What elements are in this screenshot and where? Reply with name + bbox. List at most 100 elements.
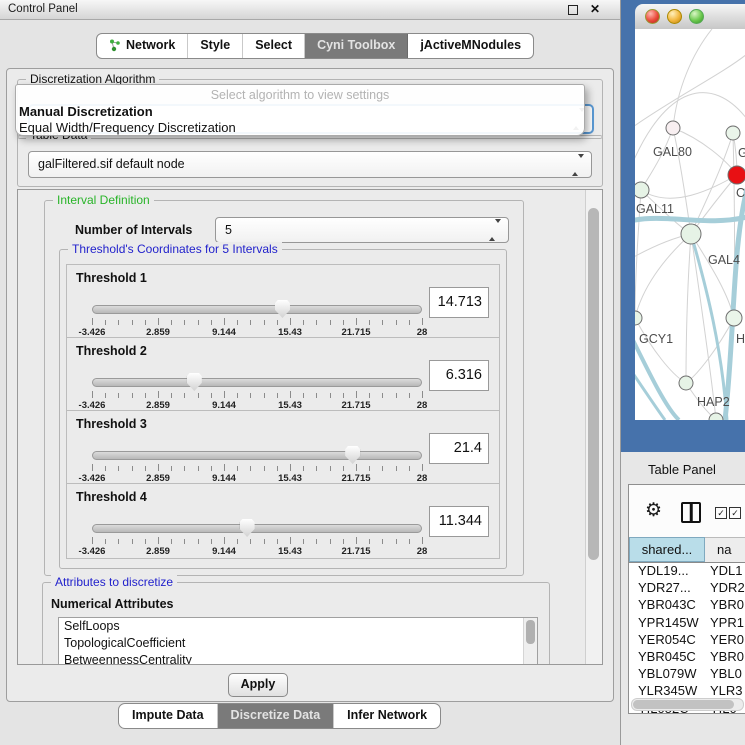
tab-network[interactable]: Network <box>97 34 188 58</box>
network-node-gal80[interactable] <box>666 121 680 135</box>
slider-tick <box>184 466 185 471</box>
threshold-panel-1: Threshold 1-3.4262.8599.14415.4321.71528… <box>66 264 500 340</box>
cell-name[interactable]: YBR0 <box>705 596 745 613</box>
checkbox-icon[interactable]: ✓ <box>729 507 741 519</box>
scrollbar-thumb[interactable] <box>588 208 599 560</box>
table-data-combobox[interactable]: galFiltered.sif default node <box>28 151 592 178</box>
close-traffic-light-icon[interactable] <box>645 9 660 24</box>
cell-shared-name[interactable]: YBR043C <box>629 596 705 613</box>
algorithm-option-equal-width-frequency-discretization[interactable]: Equal Width/Frequency Discretization <box>19 120 236 135</box>
settings-vertical-scrollbar[interactable] <box>585 190 602 664</box>
network-node-hap2[interactable] <box>679 376 693 390</box>
table-row[interactable]: YBL079WYBL0 <box>629 665 745 682</box>
network-node-gcy1[interactable] <box>635 311 642 325</box>
network-node-h[interactable] <box>726 310 742 326</box>
attribute-item-topologicalcoefficient[interactable]: TopologicalCoefficient <box>59 635 537 652</box>
network-edge-highlighted[interactable] <box>635 217 745 221</box>
zoom-traffic-light-icon[interactable] <box>689 9 704 24</box>
table-row[interactable]: YDL19...YDL1 <box>629 562 745 579</box>
cell-shared-name[interactable]: YDR27... <box>629 579 705 596</box>
slider-tick <box>171 539 172 544</box>
attribute-item-selfloops[interactable]: SelfLoops <box>59 618 537 635</box>
cell-name[interactable]: YPR1 <box>705 614 745 631</box>
slider-thumb[interactable] <box>275 300 290 318</box>
threshold-value-field[interactable]: 14.713 <box>429 287 489 318</box>
cell-name[interactable]: YER0 <box>705 631 745 648</box>
threshold-slider-1[interactable]: -3.4262.8599.14415.4321.71528 <box>92 301 422 335</box>
float-window-icon[interactable] <box>568 5 578 15</box>
network-window-titlebar[interactable] <box>635 4 745 30</box>
network-edge[interactable] <box>635 318 686 383</box>
threshold-slider-2[interactable]: -3.4262.8599.14415.4321.71528 <box>92 374 422 408</box>
threshold-slider-4[interactable]: -3.4262.8599.14415.4321.71528 <box>92 520 422 554</box>
numerical-attributes-list[interactable]: SelfLoopsTopologicalCoefficientBetweenne… <box>58 617 538 665</box>
bottom-tab-infer-network[interactable]: Infer Network <box>334 704 440 728</box>
tab-style[interactable]: Style <box>188 34 243 58</box>
network-node[interactable] <box>709 413 723 420</box>
cell-name[interactable]: YLR3 <box>705 682 745 699</box>
network-edge[interactable] <box>686 234 691 383</box>
gear-icon[interactable]: ⚙ <box>645 499 662 522</box>
slider-tick <box>132 466 133 471</box>
slider-tick <box>330 466 331 471</box>
cell-shared-name[interactable]: YPR145W <box>629 614 705 631</box>
attributes-list-scrollbar[interactable] <box>523 618 537 665</box>
table-row[interactable]: YBR043CYBR0 <box>629 596 745 613</box>
network-node-gal11[interactable] <box>635 182 649 198</box>
bottom-tab-discretize-data[interactable]: Discretize Data <box>218 704 335 728</box>
network-edge-highlighted[interactable] <box>725 189 745 420</box>
slider-tick <box>264 466 265 471</box>
slider-tick <box>250 320 251 325</box>
slider-track[interactable] <box>92 524 422 533</box>
slider-tick <box>409 539 410 544</box>
slider-thumb[interactable] <box>187 373 202 391</box>
threshold-slider-3[interactable]: -3.4262.8599.14415.4321.71528 <box>92 447 422 481</box>
attribute-item-betweennesscentrality[interactable]: BetweennessCentrality <box>59 652 537 665</box>
table-row[interactable]: YDR27...YDR2 <box>629 579 745 596</box>
apply-button[interactable]: Apply <box>228 673 288 697</box>
threshold-value-field[interactable]: 11.344 <box>429 506 489 537</box>
bottom-tab-impute-data[interactable]: Impute Data <box>119 704 218 728</box>
algorithm-option-manual-discretization[interactable]: Manual Discretization <box>19 104 153 119</box>
network-edge[interactable] <box>635 234 691 318</box>
slider-track[interactable] <box>92 451 422 460</box>
cell-name[interactable]: YDL1 <box>705 562 745 579</box>
cell-shared-name[interactable]: YBL079W <box>629 665 705 682</box>
slider-track[interactable] <box>92 305 422 314</box>
checkbox-icon[interactable]: ✓ <box>715 507 727 519</box>
cell-shared-name[interactable]: YDL19... <box>629 562 705 579</box>
threshold-value-field[interactable]: 21.4 <box>429 433 489 464</box>
network-node-gal4[interactable] <box>681 224 701 244</box>
tab-jactivemnodules[interactable]: jActiveMNodules <box>408 34 533 58</box>
minimize-traffic-light-icon[interactable] <box>667 9 682 24</box>
split-columns-icon[interactable] <box>681 502 701 523</box>
table-row[interactable]: YBR045CYBR0 <box>629 648 745 665</box>
slider-tick <box>290 464 291 471</box>
network-node-ga[interactable] <box>726 126 740 140</box>
tab-select[interactable]: Select <box>243 34 305 58</box>
table-row[interactable]: YLR345WYLR3 <box>629 682 745 699</box>
cell-shared-name[interactable]: YER054C <box>629 631 705 648</box>
column-header-shared-name[interactable]: shared... <box>629 537 705 562</box>
network-canvas[interactable]: GAL80GACGAL11GAL4GCY1HHAP2 <box>635 29 745 420</box>
table-row[interactable]: YER054CYER0 <box>629 631 745 648</box>
threshold-value-field[interactable]: 6.316 <box>429 360 489 391</box>
slider-thumb[interactable] <box>345 446 360 464</box>
table-row[interactable]: YPR145WYPR1 <box>629 614 745 631</box>
close-window-icon[interactable]: ✕ <box>590 2 600 16</box>
table-horizontal-scrollbar[interactable] <box>631 698 744 711</box>
slider-tick <box>422 464 423 471</box>
cell-name[interactable]: YBR0 <box>705 648 745 665</box>
network-node-c[interactable] <box>728 166 745 184</box>
cell-shared-name[interactable]: YLR345W <box>629 682 705 699</box>
slider-thumb[interactable] <box>240 519 255 537</box>
column-header-name[interactable]: na <box>705 537 745 562</box>
cell-shared-name[interactable]: YBR045C <box>629 648 705 665</box>
network-edge[interactable] <box>641 175 737 198</box>
number-of-intervals-combobox[interactable]: 5 <box>215 217 509 243</box>
tab-cyni-toolbox[interactable]: Cyni Toolbox <box>305 34 408 58</box>
slider-track[interactable] <box>92 378 422 387</box>
network-edge[interactable] <box>673 29 712 128</box>
cell-name[interactable]: YBL0 <box>705 665 745 682</box>
cell-name[interactable]: YDR2 <box>705 579 745 596</box>
